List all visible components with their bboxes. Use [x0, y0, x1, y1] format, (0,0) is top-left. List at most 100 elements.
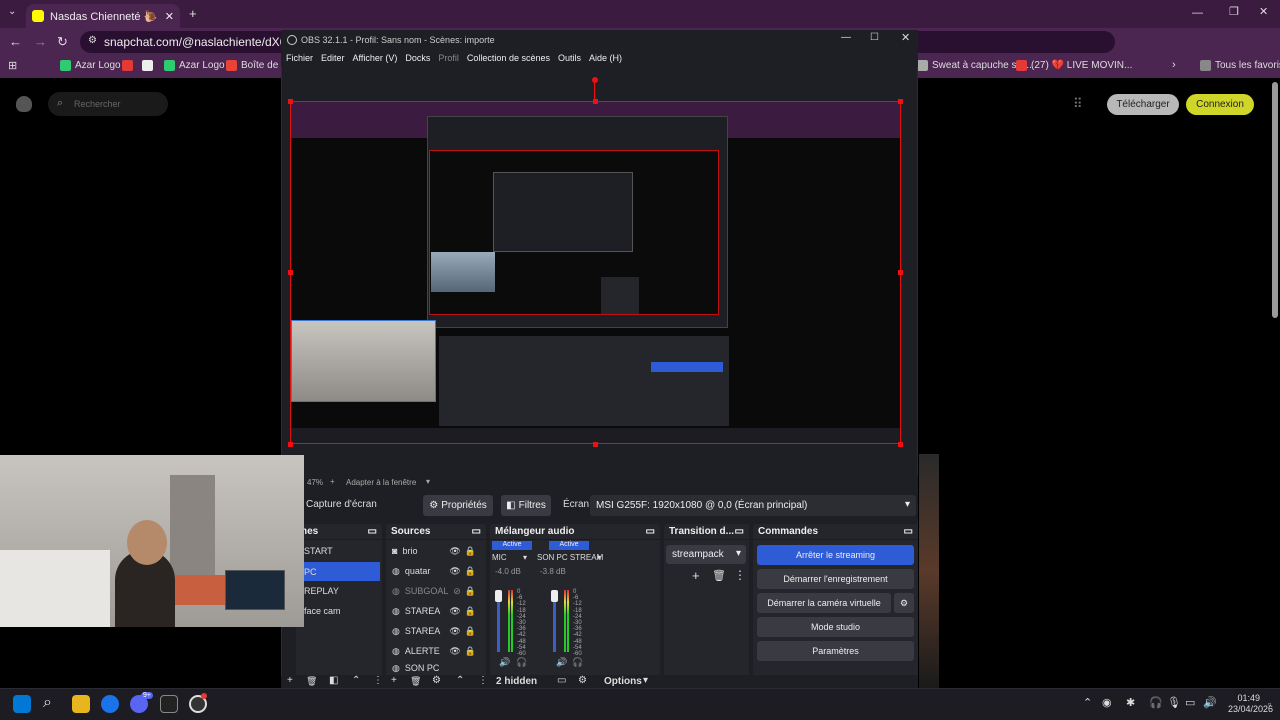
- scene-item[interactable]: REPLAY: [304, 583, 339, 599]
- zoom-in-icon[interactable]: +: [330, 477, 335, 486]
- snapchat-ghost-icon[interactable]: [16, 96, 32, 112]
- resize-handle[interactable]: [593, 99, 598, 104]
- search-input[interactable]: ⌕ Rechercher: [48, 92, 168, 116]
- screen-select[interactable]: MSI G255F: 1920x1080 @ 0,0 (Écran princi…: [590, 495, 916, 516]
- sonpc-fader-handle[interactable]: [551, 590, 558, 602]
- obs-preview[interactable]: [290, 101, 901, 444]
- dropdown-arrow-icon[interactable]: ▾: [523, 553, 527, 562]
- window-minimize-icon[interactable]: —: [1192, 8, 1203, 19]
- hidden-count[interactable]: 2 hidden: [496, 676, 537, 687]
- eye-icon[interactable]: 👁: [449, 626, 460, 637]
- dropdown-arrow-icon[interactable]: ▾: [597, 553, 601, 562]
- dock-menu-icon[interactable]: ▭: [368, 526, 377, 537]
- trash-icon[interactable]: 🗑: [410, 676, 421, 687]
- tray-app-icon[interactable]: ◉: [1102, 698, 1112, 709]
- chevron-up-icon[interactable]: ⌃: [456, 675, 464, 686]
- bookmark-item[interactable]: Azar Logo: [60, 60, 121, 71]
- source-item[interactable]: ◍ STAREA 👁 🔒: [392, 623, 476, 639]
- windows-start-icon[interactable]: [13, 695, 31, 713]
- chrome-icon[interactable]: [101, 695, 119, 713]
- lock-icon[interactable]: 🔒: [465, 586, 476, 597]
- more-icon[interactable]: ⋮: [734, 568, 746, 582]
- eye-icon[interactable]: 👁: [449, 566, 460, 577]
- lock-icon[interactable]: 🔒: [465, 566, 476, 577]
- bookmark-item[interactable]: Azar Logo: [164, 60, 225, 71]
- source-item[interactable]: ◍ STAREA 👁 🔒: [392, 603, 476, 619]
- gear-icon[interactable]: ⚙: [432, 675, 441, 686]
- options-button[interactable]: Options: [604, 676, 642, 687]
- start-virtual-camera-button[interactable]: Démarrer la caméra virtuelle: [757, 593, 891, 613]
- advanced-audio-icon[interactable]: ⚙: [578, 675, 587, 686]
- bookmark-item[interactable]: Sweat à capuche sty...: [917, 60, 1032, 71]
- trash-icon[interactable]: 🗑: [306, 676, 317, 687]
- settings-button[interactable]: Paramètres: [757, 641, 914, 661]
- source-item[interactable]: ◍ quatar 👁 🔒: [392, 563, 476, 579]
- start-recording-button[interactable]: Démarrer l'enregistrement: [757, 569, 914, 589]
- window-close-icon[interactable]: ✕: [1259, 7, 1268, 18]
- dock-menu-icon[interactable]: ▭: [472, 526, 481, 537]
- resize-handle[interactable]: [288, 442, 293, 447]
- lock-icon[interactable]: 🔒: [465, 606, 476, 617]
- menu-view[interactable]: Afficher (V): [353, 53, 398, 63]
- menu-scene-collection[interactable]: Collection de scènes: [467, 53, 550, 63]
- menu-help[interactable]: Aide (H): [589, 53, 622, 63]
- microphone-icon[interactable]: 🎙: [1167, 698, 1181, 709]
- dropdown-arrow-icon[interactable]: ▾: [643, 675, 648, 686]
- layout-icon[interactable]: ▭: [557, 675, 566, 686]
- source-item[interactable]: ◍ ALERTE 👁 🔒: [392, 643, 476, 659]
- bookmark-item[interactable]: [122, 60, 133, 71]
- notification-icon[interactable]: ▫: [1268, 700, 1271, 709]
- dock-menu-icon[interactable]: ▭: [904, 526, 913, 537]
- dropdown-arrow-icon[interactable]: ▾: [426, 477, 430, 486]
- taskbar-clock[interactable]: 01:49 23/04/2026: [1228, 693, 1273, 715]
- apps-grid-icon[interactable]: ⠿: [1073, 97, 1083, 110]
- browser-tab[interactable]: Nasdas Chienneté 🐌 (@na ✕: [26, 4, 180, 28]
- window-minimize-icon[interactable]: —: [841, 33, 851, 43]
- window-maximize-icon[interactable]: ❐: [1229, 7, 1239, 18]
- resize-handle[interactable]: [288, 270, 293, 275]
- more-icon[interactable]: ⋮: [478, 675, 488, 686]
- eye-icon[interactable]: 👁: [449, 646, 460, 657]
- tab-close-icon[interactable]: ✕: [165, 10, 174, 23]
- resize-handle[interactable]: [288, 99, 293, 104]
- epic-games-icon[interactable]: [160, 695, 178, 713]
- tab-search-icon[interactable]: ⌄: [8, 7, 16, 17]
- virtual-camera-settings-button[interactable]: ⚙: [894, 593, 914, 613]
- studio-mode-button[interactable]: Mode studio: [757, 617, 914, 637]
- window-maximize-icon[interactable]: ☐: [870, 33, 879, 43]
- more-icon[interactable]: ⋮: [373, 675, 383, 686]
- source-item[interactable]: ◍ SON PC: [392, 663, 476, 673]
- new-tab-icon[interactable]: +: [189, 7, 197, 20]
- filter-icon[interactable]: ◧: [329, 675, 338, 686]
- dock-menu-icon[interactable]: ▭: [646, 526, 655, 537]
- download-button[interactable]: Télécharger: [1107, 94, 1179, 115]
- stop-streaming-button[interactable]: Arrêter le streaming: [757, 545, 914, 565]
- chevron-up-icon[interactable]: ⌃: [352, 675, 360, 686]
- mic-fader-handle[interactable]: [495, 590, 502, 602]
- lock-icon[interactable]: 🔒: [465, 626, 476, 637]
- bookmark-item[interactable]: (27) 💔 LIVE MOVIN...: [1016, 60, 1132, 71]
- trash-icon[interactable]: 🗑: [712, 569, 726, 582]
- resize-handle[interactable]: [898, 99, 903, 104]
- properties-button[interactable]: ⚙ Propriétés: [423, 495, 493, 516]
- menu-edit[interactable]: Editer: [321, 53, 345, 63]
- network-icon[interactable]: ▭: [1185, 698, 1195, 709]
- scene-item[interactable]: face cam: [304, 603, 341, 619]
- lock-icon[interactable]: 🔒: [465, 646, 476, 657]
- site-info-icon[interactable]: ⚙: [88, 36, 97, 46]
- bookmark-item[interactable]: [142, 60, 153, 71]
- scene-item[interactable]: PC: [296, 562, 380, 581]
- search-icon[interactable]: ⌕: [43, 695, 52, 711]
- resize-handle[interactable]: [593, 442, 598, 447]
- resize-handle[interactable]: [898, 270, 903, 275]
- window-close-icon[interactable]: ✕: [901, 33, 910, 44]
- file-explorer-icon[interactable]: [72, 695, 90, 713]
- eye-hidden-icon[interactable]: ⊘: [453, 586, 461, 597]
- transition-select[interactable]: streampack ▾: [666, 545, 746, 564]
- forward-icon[interactable]: →: [34, 35, 47, 48]
- rotation-handle[interactable]: [592, 77, 598, 83]
- chevron-up-icon[interactable]: ⌃: [1083, 698, 1092, 709]
- all-bookmarks[interactable]: Tous les favoris: [1200, 60, 1280, 71]
- apps-grid-icon[interactable]: ⊞: [8, 61, 17, 72]
- lock-icon[interactable]: 🔒: [465, 546, 476, 557]
